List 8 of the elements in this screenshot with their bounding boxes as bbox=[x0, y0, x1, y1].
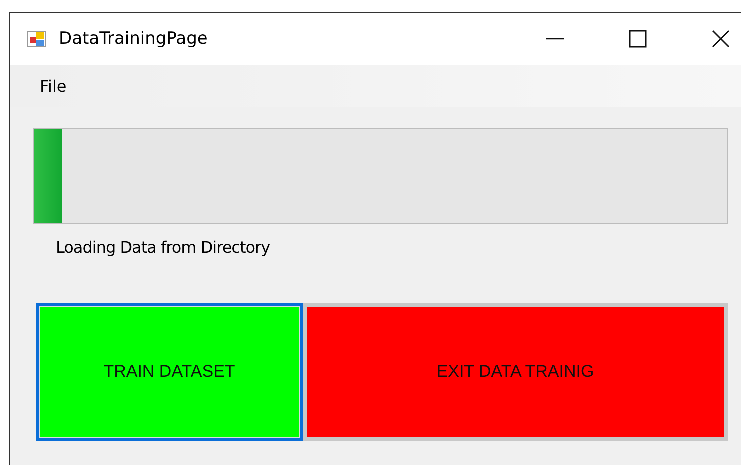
app-icon bbox=[27, 29, 47, 49]
maximize-icon[interactable] bbox=[628, 29, 648, 49]
action-button[interactable]: EXIT DATA TRAINIG bbox=[303, 303, 728, 441]
action-button[interactable]: TRAIN DATASET bbox=[36, 303, 303, 441]
menu-item[interactable]: File bbox=[40, 76, 67, 96]
close-icon[interactable] bbox=[711, 29, 731, 49]
window-title: DataTrainingPage bbox=[59, 29, 208, 49]
status-label: Loading Data from Directory bbox=[56, 238, 272, 257]
